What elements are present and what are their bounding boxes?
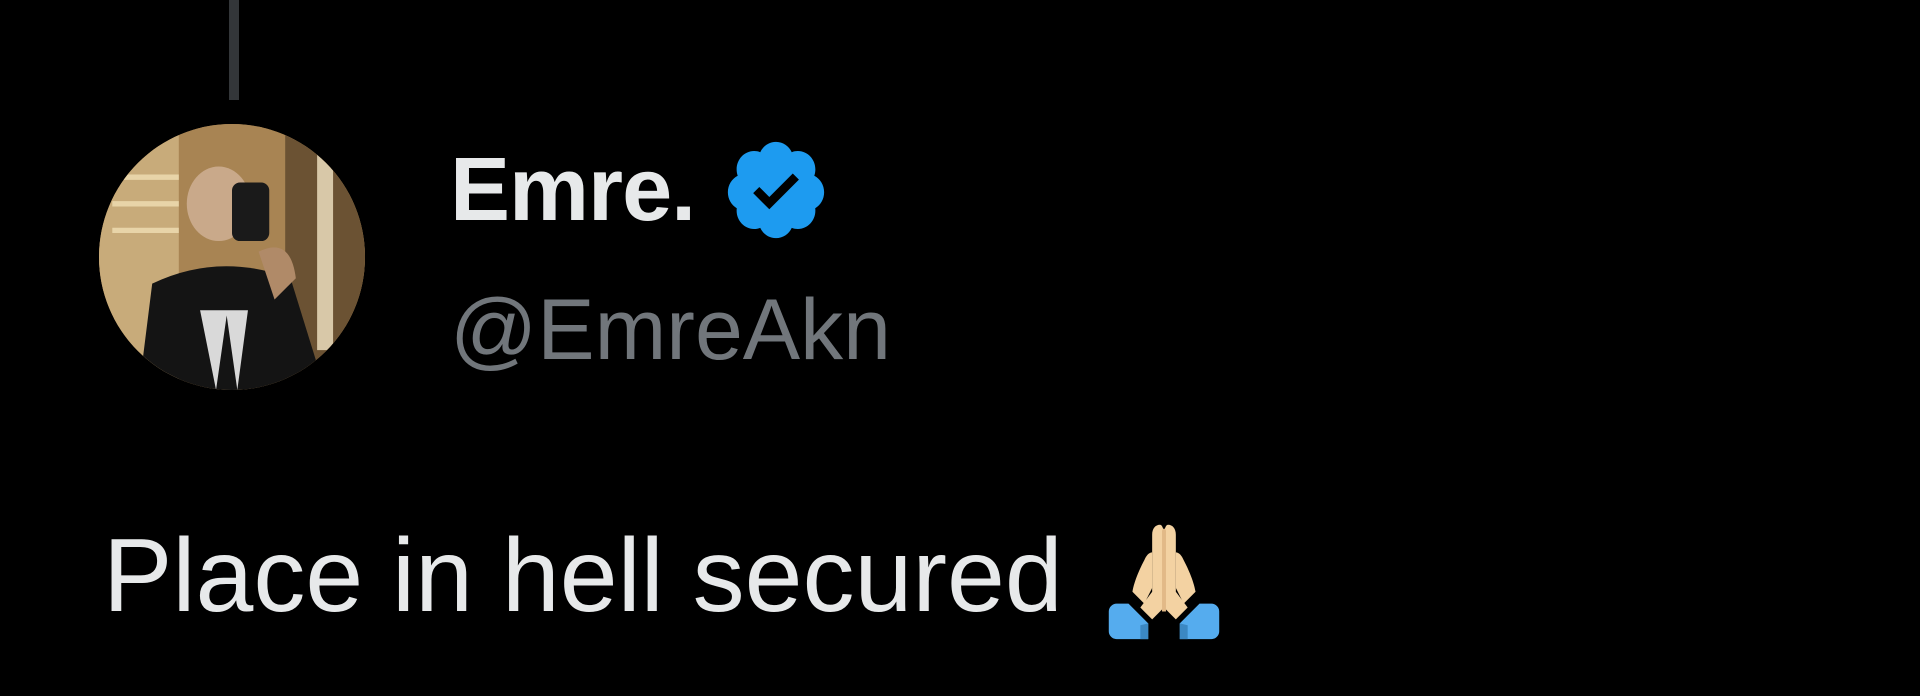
folded-hands-emoji-icon (1093, 505, 1235, 647)
thread-connector-line (229, 0, 239, 100)
tweet-text: Place in hell secured (103, 518, 1063, 634)
author-display-name[interactable]: Emre. (450, 140, 696, 240)
tweet-body: Place in hell secured (103, 505, 1235, 647)
author-handle[interactable]: @EmreAkn (450, 280, 891, 380)
verified-badge-icon[interactable] (721, 135, 831, 245)
avatar-photo (99, 124, 365, 390)
avatar[interactable] (99, 124, 365, 390)
author-name-row: Emre. (450, 140, 831, 240)
